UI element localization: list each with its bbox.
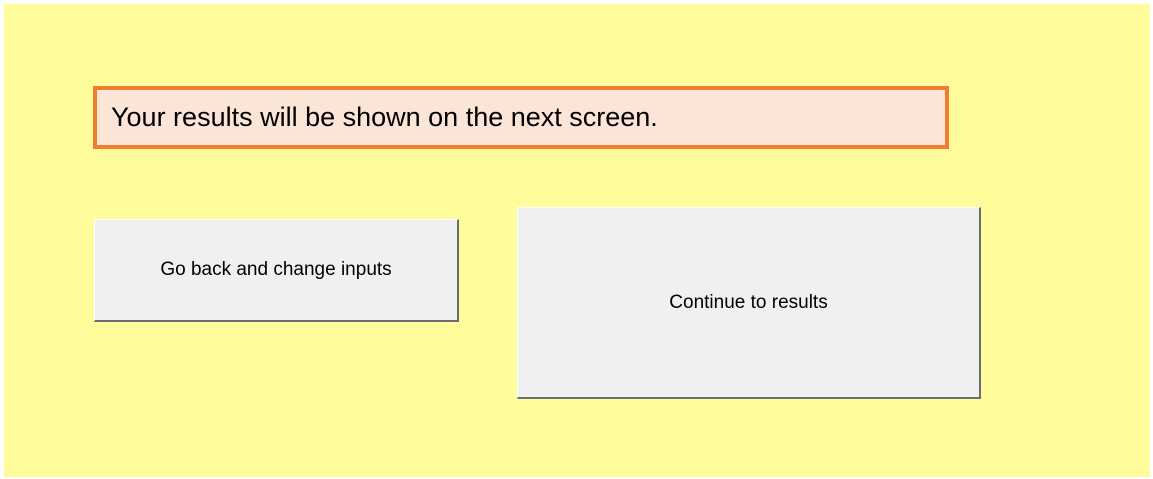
results-message-box: Your results will be shown on the next s… <box>93 86 949 149</box>
results-message-text: Your results will be shown on the next s… <box>111 102 658 132</box>
continue-button-label: Continue to results <box>669 291 828 313</box>
continue-to-results-button[interactable]: Continue to results <box>517 207 981 399</box>
go-back-button[interactable]: Go back and change inputs <box>94 219 459 322</box>
dialog-panel: Your results will be shown on the next s… <box>4 4 1150 477</box>
go-back-button-label: Go back and change inputs <box>160 259 392 280</box>
